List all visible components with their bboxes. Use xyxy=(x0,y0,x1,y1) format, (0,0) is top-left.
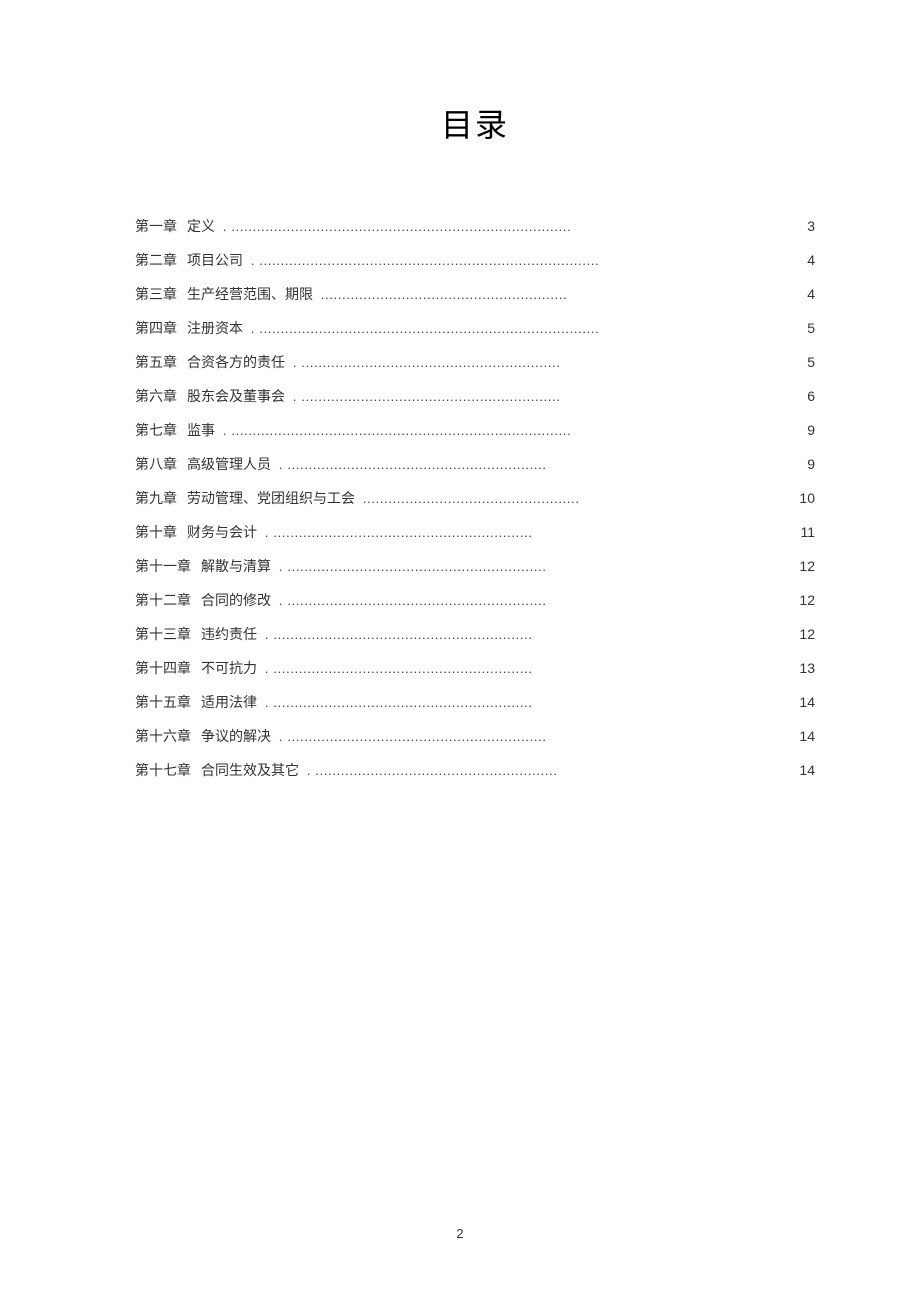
toc-page-number: 11 xyxy=(795,524,815,540)
chapter-label: 第一章 xyxy=(135,216,177,236)
toc-leader-dots: . ......................................… xyxy=(293,355,561,371)
toc-row: 第十章财务与会计. ..............................… xyxy=(135,522,815,538)
toc-page-number: 5 xyxy=(795,320,815,336)
toc-leader-dots: . ......................................… xyxy=(293,389,561,405)
chapter-title: 合同生效及其它 xyxy=(201,760,299,780)
toc-page-number: 13 xyxy=(795,660,815,676)
chapter-label: 第十四章 xyxy=(135,658,191,678)
chapter-label: 第八章 xyxy=(135,454,177,474)
toc-row: 第四章注册资本. ...............................… xyxy=(135,318,815,334)
toc-page-number: 10 xyxy=(795,490,815,506)
chapter-label: 第六章 xyxy=(135,386,177,406)
toc-page-number: 4 xyxy=(795,286,815,302)
toc-row: 第十六章争议的解决. .............................… xyxy=(135,726,815,742)
chapter-label: 第七章 xyxy=(135,420,177,440)
toc-page-number: 12 xyxy=(795,626,815,642)
chapter-label: 第九章 xyxy=(135,488,177,508)
toc-page-number: 14 xyxy=(795,762,815,778)
chapter-title: 监事 xyxy=(187,420,215,440)
table-of-contents: 第一章定义 . .................................… xyxy=(135,216,815,776)
toc-row: 第十七章合同生效及其它. ...........................… xyxy=(135,760,815,776)
toc-page-number: 12 xyxy=(795,558,815,574)
toc-row: 第五章合资各方的责任. ............................… xyxy=(135,352,815,368)
chapter-title: 劳动管理、党团组织与工会 xyxy=(187,488,355,508)
chapter-title: 高级管理人员 xyxy=(187,454,271,474)
toc-row: 第九章劳动管理、党团组织与工会.........................… xyxy=(135,488,815,504)
chapter-title: 解散与清算 xyxy=(201,556,271,576)
chapter-label: 第十七章 xyxy=(135,760,191,780)
chapter-title: 财务与会计 xyxy=(187,522,257,542)
chapter-label: 第三章 xyxy=(135,284,177,304)
toc-row: 第六章股东会及董事会. ............................… xyxy=(135,386,815,402)
toc-leader-dots: . ......................................… xyxy=(223,219,572,235)
toc-page-number: 14 xyxy=(795,728,815,744)
chapter-label: 第十六章 xyxy=(135,726,191,746)
toc-page-number: 12 xyxy=(795,592,815,608)
toc-leader-dots: . ......................................… xyxy=(251,253,600,269)
toc-row: 第十二章合同的修改. .............................… xyxy=(135,590,815,606)
toc-page-number: 9 xyxy=(795,456,815,472)
toc-row: 第一章定义. .................................… xyxy=(135,216,815,232)
chapter-title: 违约责任 xyxy=(201,624,257,644)
chapter-title: 项目公司 xyxy=(187,250,243,270)
toc-page-number: 3 xyxy=(795,218,815,234)
toc-row: 第十一章解散与清算. .............................… xyxy=(135,556,815,572)
toc-leader-dots: . ......................................… xyxy=(223,423,572,439)
toc-leader-dots: . ......................................… xyxy=(265,661,533,677)
toc-leader-dots: . ......................................… xyxy=(279,559,547,575)
toc-leader-dots: . ......................................… xyxy=(265,627,533,643)
chapter-label: 第十五章 xyxy=(135,692,191,712)
toc-row: 第十五章适用法律. ..............................… xyxy=(135,692,815,708)
chapter-label: 第十章 xyxy=(135,522,177,542)
chapter-title: 不可抗力 xyxy=(201,658,257,678)
chapter-label: 第五章 xyxy=(135,352,177,372)
toc-row: 第十三章违约责任. ..............................… xyxy=(135,624,815,640)
toc-page-number: 6 xyxy=(795,388,815,404)
chapter-title: 定义 xyxy=(187,216,215,236)
toc-leader-dots: . ......................................… xyxy=(279,457,547,473)
toc-row: 第七章监事. .................................… xyxy=(135,420,815,436)
toc-row: 第三章生产经营范围、期限............................… xyxy=(135,284,815,300)
toc-page-number: 9 xyxy=(795,422,815,438)
chapter-title: 注册资本 xyxy=(187,318,243,338)
chapter-label: 第二章 xyxy=(135,250,177,270)
chapter-label: 第十一章 xyxy=(135,556,191,576)
toc-page-number: 4 xyxy=(795,252,815,268)
toc-leader-dots: . ......................................… xyxy=(265,525,533,541)
toc-row: 第二章项目公司. ...............................… xyxy=(135,250,815,266)
toc-leader-dots: . ......................................… xyxy=(265,695,533,711)
toc-leader-dots: ........................................… xyxy=(321,287,568,303)
toc-row: 第八章高级管理人员. .............................… xyxy=(135,454,815,470)
toc-leader-dots: . ......................................… xyxy=(279,593,547,609)
toc-leader-dots: . ......................................… xyxy=(251,321,600,337)
toc-leader-dots: . ......................................… xyxy=(307,763,558,779)
chapter-title: 合资各方的责任 xyxy=(187,352,285,372)
chapter-label: 第四章 xyxy=(135,318,177,338)
chapter-title: 生产经营范围、期限 xyxy=(187,284,313,304)
toc-row: 第十四章不可抗力. ..............................… xyxy=(135,658,815,674)
chapter-label: 第十二章 xyxy=(135,590,191,610)
toc-title: 目录 xyxy=(135,100,815,146)
page-number: 2 xyxy=(0,1226,920,1241)
chapter-title: 适用法律 xyxy=(201,692,257,712)
chapter-title: 争议的解决 xyxy=(201,726,271,746)
toc-leader-dots: ........................................… xyxy=(363,491,580,507)
chapter-label: 第十三章 xyxy=(135,624,191,644)
toc-page-number: 14 xyxy=(795,694,815,710)
chapter-title: 股东会及董事会 xyxy=(187,386,285,406)
toc-leader-dots: . ......................................… xyxy=(279,729,547,745)
chapter-title: 合同的修改 xyxy=(201,590,271,610)
toc-page-number: 5 xyxy=(795,354,815,370)
